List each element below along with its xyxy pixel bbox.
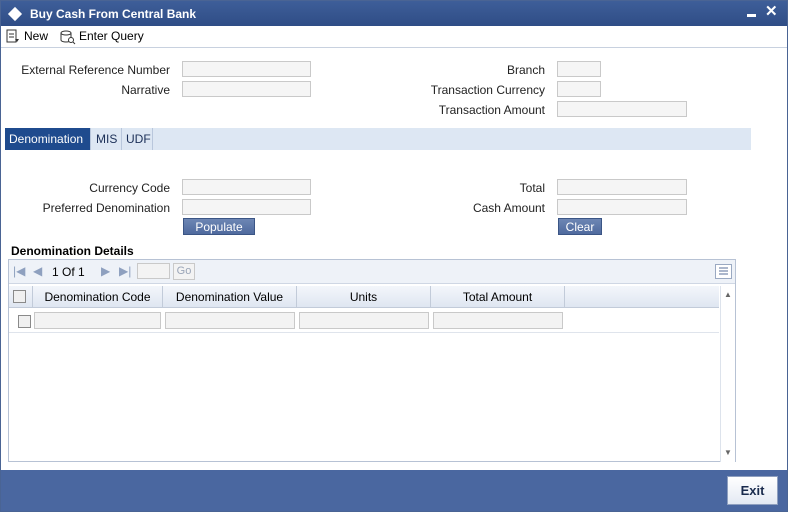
go-button[interactable]: Go	[173, 263, 195, 280]
scroll-up-icon[interactable]: ▲	[724, 290, 732, 299]
column-denomination-value[interactable]: Denomination Value	[163, 286, 297, 308]
select-all-cell	[9, 286, 33, 308]
exit-button[interactable]: Exit	[727, 476, 778, 505]
next-page-icon[interactable]: ▶	[101, 264, 110, 278]
preferred-denomination-field[interactable]	[182, 199, 311, 215]
clear-button[interactable]: Clear	[558, 218, 602, 235]
external-reference-number-label: External Reference Number	[21, 63, 170, 77]
currency-code-field[interactable]	[182, 179, 311, 195]
denomination-value-cell[interactable]	[165, 312, 295, 329]
total-amount-cell[interactable]	[433, 312, 563, 329]
scroll-down-icon[interactable]: ▼	[724, 448, 732, 457]
populate-button[interactable]: Populate	[183, 218, 255, 235]
page-indicator: 1 Of 1	[52, 265, 85, 279]
enter-query-label: Enter Query	[79, 29, 144, 43]
first-page-icon[interactable]: |◀	[13, 264, 25, 278]
tab-udf[interactable]: UDF	[122, 128, 153, 150]
preferred-denomination-label: Preferred Denomination	[42, 201, 170, 215]
vertical-scrollbar[interactable]: ▲ ▼	[720, 286, 735, 462]
branch-field[interactable]	[557, 61, 601, 77]
tab-strip: Denomination MIS UDF	[5, 128, 751, 150]
title-bar: Buy Cash From Central Bank ✕	[1, 1, 787, 26]
new-document-icon	[6, 29, 19, 43]
tab-mis[interactable]: MIS	[92, 128, 122, 150]
footer-bar	[1, 470, 787, 511]
enter-query-button[interactable]: Enter Query	[59, 29, 144, 45]
query-icon	[60, 30, 76, 45]
tab-denomination[interactable]: Denomination	[5, 128, 91, 150]
total-label: Total	[519, 181, 545, 195]
cash-amount-label: Cash Amount	[472, 201, 545, 215]
external-reference-number-field[interactable]	[182, 61, 311, 77]
select-all-checkbox[interactable]	[13, 290, 26, 303]
app-diamond-icon	[7, 6, 23, 22]
column-denomination-code[interactable]: Denomination Code	[33, 286, 163, 308]
table-row	[9, 309, 719, 333]
transaction-amount-label: Transaction Amount	[438, 103, 545, 117]
column-units[interactable]: Units	[297, 286, 431, 308]
row-checkbox[interactable]	[18, 315, 31, 328]
currency-code-label: Currency Code	[89, 181, 170, 195]
pager: |◀ ◀ 1 Of 1 ▶ ▶| Go	[9, 260, 735, 284]
window-title: Buy Cash From Central Bank	[30, 7, 197, 21]
column-menu-icon[interactable]	[715, 264, 732, 279]
transaction-currency-field[interactable]	[557, 81, 601, 97]
narrative-field[interactable]	[182, 81, 311, 97]
page-number-input[interactable]	[137, 263, 170, 279]
new-label: New	[24, 29, 49, 43]
last-page-icon[interactable]: ▶|	[119, 264, 131, 278]
narrative-label: Narrative	[121, 83, 170, 97]
denomination-details-grid: |◀ ◀ 1 Of 1 ▶ ▶| Go Denomination Code De…	[8, 259, 736, 462]
main-window: Buy Cash From Central Bank ✕ New Enter Q…	[0, 0, 788, 512]
denomination-code-cell[interactable]	[34, 312, 161, 329]
cash-amount-field[interactable]	[557, 199, 687, 215]
transaction-amount-field[interactable]	[557, 101, 687, 117]
close-icon[interactable]: ✕	[765, 3, 778, 21]
new-button[interactable]: New	[5, 29, 48, 45]
minimize-icon[interactable]	[747, 14, 756, 17]
total-field[interactable]	[557, 179, 687, 195]
branch-label: Branch	[506, 63, 545, 77]
grid-header: Denomination Code Denomination Value Uni…	[9, 286, 719, 308]
column-total-amount[interactable]: Total Amount	[431, 286, 565, 308]
previous-page-icon[interactable]: ◀	[33, 264, 42, 278]
units-cell[interactable]	[299, 312, 429, 329]
transaction-currency-label: Transaction Currency	[430, 83, 545, 97]
denomination-details-title: Denomination Details	[11, 244, 134, 258]
toolbar: New Enter Query	[1, 26, 787, 48]
